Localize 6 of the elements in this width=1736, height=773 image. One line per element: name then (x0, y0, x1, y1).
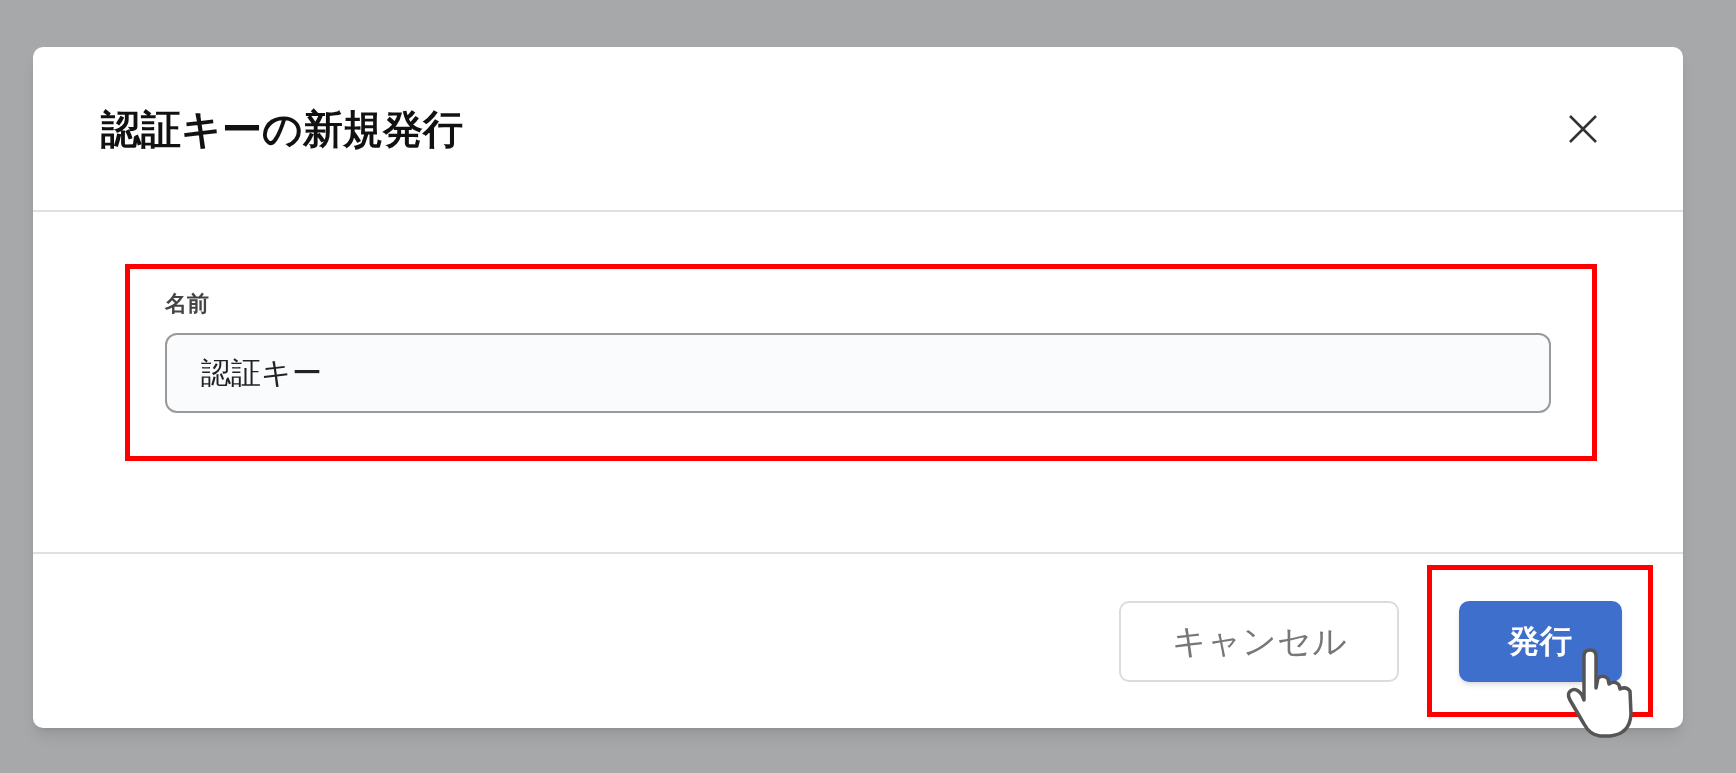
close-icon (1568, 113, 1598, 144)
field-label: 名前 (165, 289, 210, 318)
dialog-title: 認証キーの新規発行 (101, 105, 463, 153)
issue-button[interactable]: 発行 (1458, 600, 1622, 682)
name-field[interactable]: 認証キー (165, 333, 1551, 413)
cancel-button[interactable]: キャンセル (1119, 600, 1399, 682)
